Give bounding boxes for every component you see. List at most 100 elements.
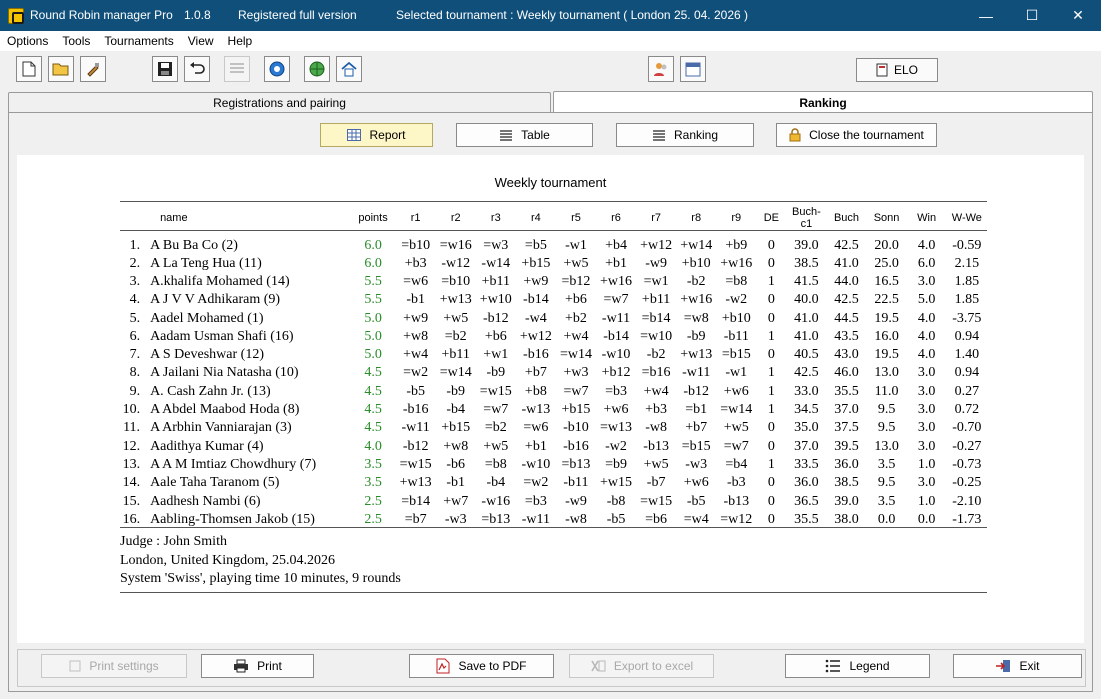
menu-tools[interactable]: Tools [55, 34, 97, 48]
table-row: 9. A. Cash Zahn Jr. (13) 4.5 -b5 -b9 =w15 +b8 =… [120, 383, 987, 401]
cell-r2: -w12 [441, 255, 471, 271]
cell-r1: =w6 [403, 273, 429, 289]
close-button[interactable]: ✕ [1055, 0, 1101, 31]
cell-points: 4.5 [364, 365, 382, 381]
app-name: Round Robin manager Pro [30, 8, 173, 22]
open-folder-button[interactable] [48, 56, 74, 82]
cell-buch: 42.5 [834, 292, 859, 308]
cell-player-name: Aadithya Kumar (4) [150, 438, 264, 454]
report-view-button[interactable]: Report [320, 123, 433, 147]
cell-sonn: 19.5 [874, 347, 899, 363]
menu-view[interactable]: View [181, 34, 221, 48]
header-win: Win [906, 201, 947, 231]
menu-options[interactable]: Options [0, 34, 55, 48]
bottom-toolbar: Print settings Print Save to PDF Export … [17, 649, 1086, 687]
exit-label: Exit [1019, 659, 1040, 673]
cell-r7: =w1 [643, 273, 669, 289]
cell-r7: +w12 [640, 237, 673, 253]
cell-r1: =w2 [403, 365, 429, 381]
header-r7: r7 [636, 201, 677, 231]
cell-de: 1 [767, 365, 775, 381]
ranking-icon [652, 130, 665, 141]
menu-tournaments[interactable]: Tournaments [97, 34, 180, 48]
ranking-table: name points r1 r2 r3 r4 r5 r6 r7 r8 r9 D… [120, 201, 987, 529]
save-button[interactable] [152, 56, 178, 82]
cell-buch-c1: 37.0 [794, 438, 819, 454]
cell-r4: -w10 [521, 456, 551, 472]
new-file-button[interactable] [16, 56, 42, 82]
players-button[interactable] [648, 56, 674, 82]
elo-button[interactable]: ELO [856, 58, 938, 82]
close-tournament-button[interactable]: Close the tournament [776, 123, 937, 147]
cell-points: 6.0 [364, 255, 382, 271]
cell-r9: +w6 [723, 383, 749, 399]
cell-sonn: 9.5 [877, 402, 896, 418]
header-rank [120, 201, 151, 231]
cell-r7: +b11 [641, 292, 671, 308]
table-row: 10. A Abdel Maabod Hoda (8) 4.5 -b16 -b4 =w7-… [120, 401, 987, 419]
legend-button[interactable]: Legend [785, 654, 930, 678]
tab-registrations[interactable]: Registrations and pairing [8, 92, 551, 113]
menu-help[interactable]: Help [221, 34, 260, 48]
export-excel-button[interactable]: Export to excel [569, 654, 714, 678]
export-excel-label: Export to excel [613, 659, 694, 673]
web-button[interactable] [304, 56, 330, 82]
header-r6: r6 [596, 201, 637, 231]
cell-r3: -w14 [481, 255, 511, 271]
save-pdf-button[interactable]: Save to PDF [409, 654, 554, 678]
cell-r6: +w16 [600, 273, 633, 289]
print-settings-button[interactable]: Print settings [41, 654, 187, 678]
cell-r9: +w5 [723, 420, 749, 436]
cell-r3: =b2 [484, 420, 507, 436]
table-view-button[interactable]: Table [456, 123, 593, 147]
print-button[interactable]: Print [201, 654, 314, 678]
cell-buch-c1: 41.5 [794, 273, 819, 289]
cell-r1: -b12 [402, 438, 429, 454]
undo-button[interactable] [184, 56, 210, 82]
cell-r1: +w8 [403, 328, 429, 344]
cell-r5: +w4 [563, 328, 589, 344]
exit-button[interactable]: Exit [953, 654, 1082, 678]
cell-r5: +b6 [565, 292, 587, 308]
cell-r6: -w10 [601, 347, 631, 363]
cell-rank: 7. [129, 347, 141, 363]
maximize-button[interactable]: ☐ [1009, 0, 1055, 31]
cell-r5: =b13 [561, 456, 591, 472]
ranking-view-button[interactable]: Ranking [616, 123, 754, 147]
table-row: 12. Aadithya Kumar (4) 4.0 -b12 +w8 +w5 +b1 -b1… [120, 437, 987, 455]
home-icon [341, 61, 357, 77]
tools-button[interactable] [80, 56, 106, 82]
calendar-button[interactable] [680, 56, 706, 82]
header-sonn: Sonn [866, 201, 907, 231]
cell-r7: -w9 [645, 255, 667, 271]
cell-r4: +b7 [524, 365, 547, 381]
report-area: Weekly tournament name points r1 r2 r3 r… [17, 155, 1084, 643]
cell-win: 1.0 [917, 493, 936, 509]
cell-r6: +b4 [605, 237, 627, 253]
title-bar: Round Robin manager Pro 1.0.8 Registered… [0, 0, 1101, 31]
cell-r4: +w12 [519, 328, 552, 344]
cell-r5: +b15 [561, 402, 591, 418]
cell-rank: 5. [129, 310, 141, 326]
settings-button[interactable] [264, 56, 290, 82]
home-button[interactable] [336, 56, 362, 82]
table-row: 15. Aadhesh Nambi (6) 2.5 =b14 +w7 -w16 =b3 -w9… [120, 492, 987, 510]
minimize-button[interactable]: — [963, 0, 1009, 31]
cell-buch-c1: 36.5 [794, 493, 819, 509]
cell-player-name: A. Cash Zahn Jr. (13) [150, 383, 271, 399]
cell-player-name: A Jailani Nia Natasha (10) [150, 365, 299, 381]
cell-r2: +w7 [443, 493, 469, 509]
cell-w-we: 1.85 [954, 292, 980, 308]
elo-label: ELO [893, 63, 918, 77]
cell-buch: 39.5 [834, 438, 859, 454]
tab-ranking[interactable]: Ranking [553, 91, 1093, 113]
lock-icon [789, 128, 801, 142]
cell-r2: =w16 [439, 237, 472, 253]
list-button[interactable] [224, 56, 250, 82]
cell-r1: +w4 [403, 347, 429, 363]
cell-rank: 14. [122, 475, 141, 491]
cell-r2: -b4 [446, 402, 466, 418]
cell-r7: -b7 [646, 475, 666, 491]
table-icon [500, 130, 513, 141]
table-row: 8. A Jailani Nia Natasha (10) 4.5 =w2 =w14 -b… [120, 364, 987, 382]
